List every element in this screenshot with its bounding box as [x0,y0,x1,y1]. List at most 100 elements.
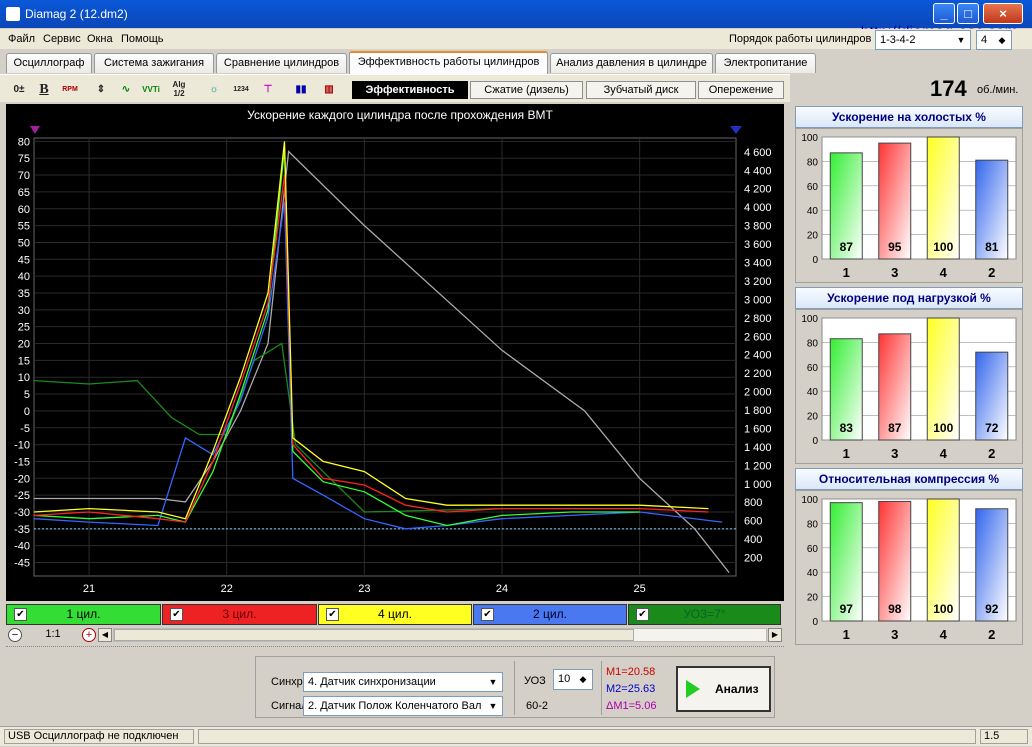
smooth-icon[interactable]: ∿ [115,80,137,99]
zoom-v-icon[interactable]: 0± [8,80,30,99]
uoz-stepper[interactable]: 10 ◆ [553,669,593,690]
firing-order-value: 1-3-4-2 [880,34,916,46]
teeth-label: 60-2 [526,700,549,712]
divider [514,661,515,715]
left-y-tick: 70 [18,170,30,182]
bar-value-label: 95 [888,240,902,254]
series-line-0 [33,148,640,527]
checkbox-icon[interactable]: ✔ [170,608,183,621]
horizontal-scrollbar[interactable] [113,628,767,642]
status-connection: USB Осциллограф не подключен [4,729,194,744]
bold-b-icon[interactable]: B [33,80,55,99]
bar-category-label: 4 [940,627,948,642]
subtab-efficiency[interactable]: Эффективность [352,81,468,99]
subtab-advance[interactable]: Опережение [698,81,784,99]
cylinder-stepper[interactable]: 4 ◆ [976,30,1012,50]
x-tick: 21 [83,583,95,595]
zoom-in-icon[interactable]: + [82,628,96,642]
bar-y-tick: 0 [812,617,818,628]
plot-frame [33,137,737,577]
tab-cylinder-efficiency[interactable]: Эффективность работы цилиндров [349,51,548,74]
compression-bars: 100 80 60 40 20 0 97 1 98 3 100 4 92 2 [801,495,1017,642]
signal-select[interactable]: 2. Датчик Полож Коленчатого Вал ▼ [303,696,503,716]
left-y-tick: 35 [18,288,30,300]
close-button[interactable]: × [983,3,1023,24]
alg-icon[interactable]: Alg 1/2 [168,80,190,99]
left-y-tick: 40 [18,271,30,283]
checkbox-icon[interactable]: ✔ [636,608,649,621]
analyze-button[interactable]: Анализ [676,666,771,712]
right-y-tick: 200 [744,553,762,565]
right-marker-icon[interactable] [730,126,742,134]
bar-y-tick: 60 [807,363,819,374]
legend-cyl-4[interactable]: ✔ 4 цил. [318,604,472,625]
bar-y-tick: 40 [807,387,819,398]
zoom-level: 1:1 [45,628,61,640]
bar-y-tick: 80 [807,519,819,530]
bar-value-label: 72 [985,421,999,435]
tab-oscilloscope[interactable]: Осциллограф [6,53,92,73]
right-y-tick: 1 600 [744,423,772,435]
rpm-icon[interactable]: RPM [59,80,81,99]
checkbox-icon[interactable]: ✔ [326,608,339,621]
tab-cylinder-compare[interactable]: Сравнение цилиндров [216,53,347,73]
scroll-left-button[interactable]: ◀ [98,628,112,642]
left-y-tick: -35 [14,524,30,536]
divider [601,661,602,715]
tab-power[interactable]: Электропитание [715,53,816,73]
bar-y-tick: 20 [807,412,819,423]
vvti-icon[interactable]: VVTi [140,80,162,99]
bar-category-label: 3 [891,446,898,461]
bar-value-label: 100 [933,421,953,435]
maximize-button[interactable]: □ [957,3,979,24]
bar-value-label: 81 [985,240,999,254]
left-y-tick: -40 [14,541,30,553]
legend-cyl-3[interactable]: ✔ 3 цил. [162,604,317,625]
menu-service[interactable]: Сервис [43,33,81,45]
tab-pressure-analysis[interactable]: Анализ давления в цилиндре [550,53,713,73]
bar-value-label: 87 [888,421,902,435]
colorbars-icon[interactable]: ▮▮ [290,80,312,99]
legend-label: 4 цил. [378,607,412,621]
spin-arrows-icon: ◆ [579,674,587,684]
menu-windows[interactable]: Окна [87,33,113,45]
right-y-tick: 2 200 [744,368,772,380]
scale-icon[interactable]: ⇕ [90,80,112,99]
bar-category-label: 4 [940,446,948,461]
menu-help[interactable]: Помощь [121,33,164,45]
t234-icon[interactable]: 1234 [230,80,252,99]
scrollbar-thumb[interactable] [114,629,634,641]
checkbox-icon[interactable]: ✔ [481,608,494,621]
minimize-button[interactable]: _ [933,3,955,24]
splitter[interactable] [6,646,784,650]
legend-cyl-2[interactable]: ✔ 2 цил. [473,604,627,625]
status-version: 1.5 [980,729,1028,744]
bar-category-label: 3 [891,627,898,642]
menu-file[interactable]: Файл [8,33,35,45]
sync-select[interactable]: 4. Датчик синхронизации ▼ [303,672,503,692]
bar-y-tick: 80 [807,157,819,168]
bar-y-tick: 20 [807,593,819,604]
app-icon [6,7,20,21]
left-marker-icon[interactable] [30,126,40,134]
legend-label: 2 цил. [533,607,567,621]
legend-cyl-1[interactable]: ✔ 1 цил. [6,604,161,625]
filter-icon[interactable]: ⊤ [257,80,279,99]
left-y-tick: -15 [14,456,30,468]
chart-icon[interactable]: ▥ [318,80,340,99]
zoom-out-icon[interactable]: − [8,628,22,642]
acceleration-chart[interactable]: Ускорение каждого цилиндра после прохожд… [6,104,784,601]
left-y-tick: 45 [18,254,30,266]
legend-uoz[interactable]: ✔ УОЗ=7° [628,604,781,625]
checkbox-icon[interactable]: ✔ [14,608,27,621]
left-y-tick: 60 [18,204,30,216]
firing-order-select[interactable]: 1-3-4-2 ▼ [875,30,971,50]
subtab-diesel-compression[interactable]: Сжатие (дизель) [470,81,583,99]
tab-ignition[interactable]: Система зажигания [94,53,214,73]
subtab-tooth-disk[interactable]: Зубчатый диск [586,81,696,99]
series-line-1 [33,175,709,523]
bar-y-tick: 100 [801,133,818,144]
left-y-tick: 0 [24,406,30,418]
sensor-icon[interactable]: ☼ [203,80,225,99]
scroll-right-button[interactable]: ▶ [768,628,782,642]
